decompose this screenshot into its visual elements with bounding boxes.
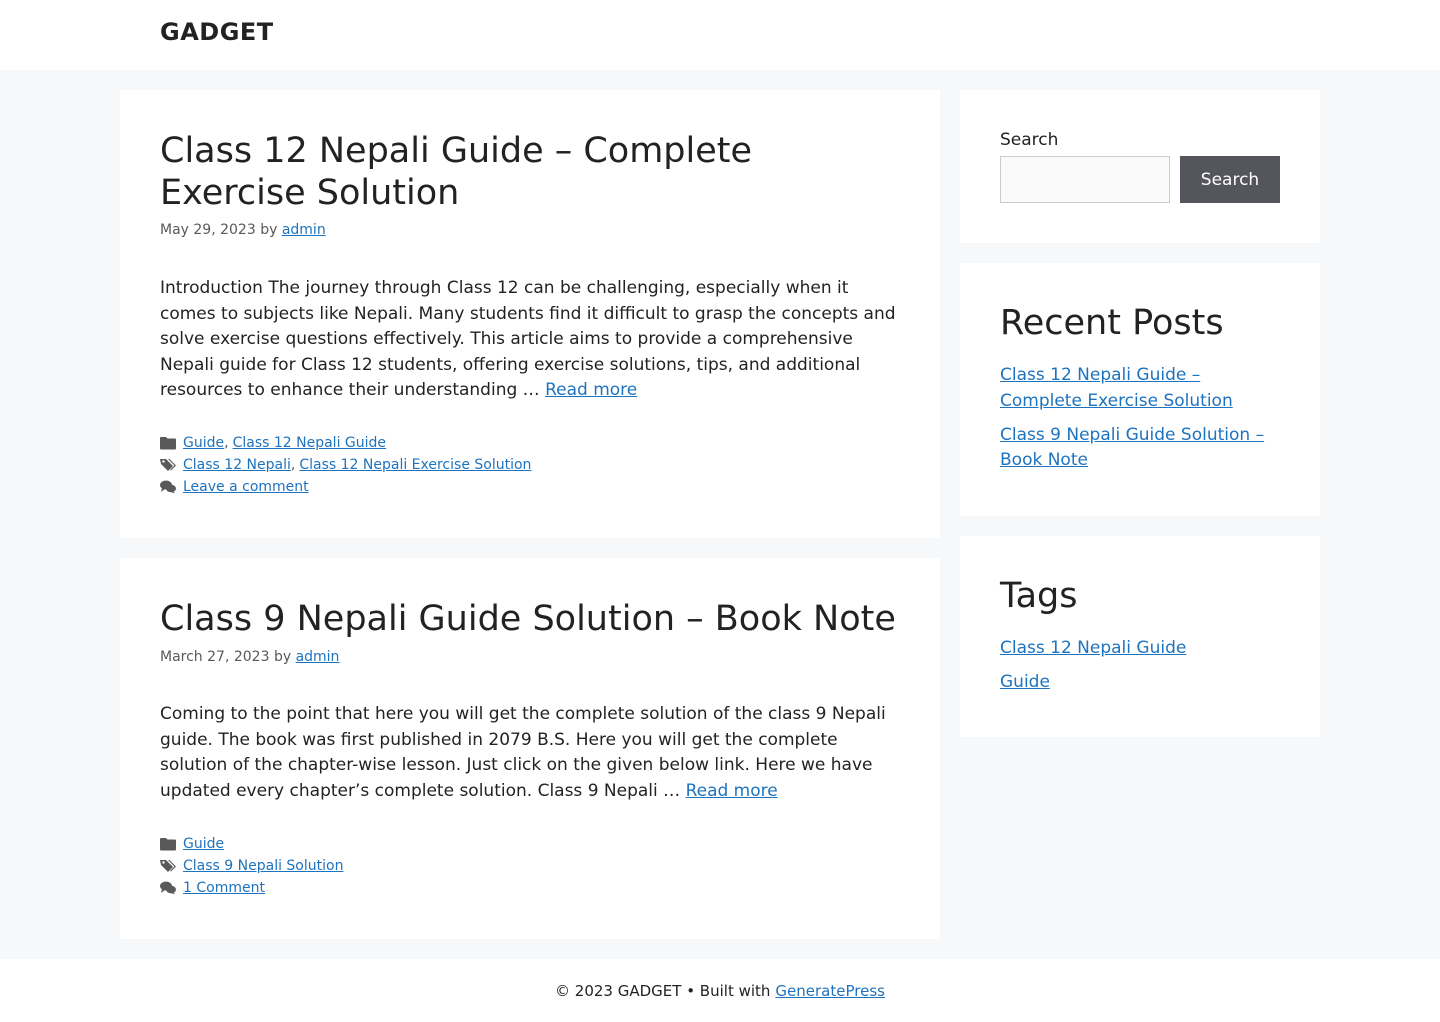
recent-post-link[interactable]: Class 12 Nepali Guide – Complete Exercis… — [1000, 365, 1233, 411]
post-card: Class 9 Nepali Guide Solution – Book Not… — [120, 558, 940, 939]
comments-icon — [160, 881, 176, 895]
comments-icon — [160, 480, 176, 494]
post-categories: Guide — [160, 833, 343, 855]
post-tags: Class 9 Nepali Solution — [160, 855, 343, 877]
category-link[interactable]: Guide — [183, 432, 224, 454]
tag-cloud-link[interactable]: Class 12 Nepali Guide — [1000, 638, 1186, 658]
folder-icon — [160, 837, 176, 851]
post-footer-meta: Guide, Class 12 Nepali Guide Class 12 Ne… — [160, 432, 531, 498]
post-footer-meta: Guide Class 9 Nepali Solution 1 Comment — [160, 833, 343, 899]
post-author-link[interactable]: admin — [282, 222, 326, 238]
tags-icon — [160, 859, 176, 873]
post-card: Class 12 Nepali Guide – Complete Exercis… — [120, 90, 940, 538]
recent-posts-widget: Recent Posts Class 12 Nepali Guide – Com… — [960, 263, 1320, 516]
tag-link[interactable]: Class 9 Nepali Solution — [183, 855, 343, 877]
post-comments: 1 Comment — [160, 877, 343, 899]
read-more-link[interactable]: Read more — [545, 380, 637, 400]
tag-cloud: Class 12 Nepali Guide Guide — [1000, 636, 1280, 704]
post-excerpt-text: Introduction The journey through Class 1… — [160, 278, 896, 400]
recent-posts-list: Class 12 Nepali Guide – Complete Exercis… — [1000, 363, 1280, 482]
tags-icon — [160, 458, 176, 472]
list-item: Class 12 Nepali Guide – Complete Exercis… — [1000, 363, 1280, 414]
post-title: Class 12 Nepali Guide – Complete Exercis… — [160, 130, 900, 214]
search-input[interactable] — [1000, 156, 1170, 203]
footer-generatepress-link[interactable]: GeneratePress — [775, 982, 885, 1000]
footer-copyright: © 2023 GADGET • Built with — [555, 981, 771, 1000]
post-date: May 29, 2023 — [160, 222, 256, 238]
post-title-link[interactable]: Class 9 Nepali Guide Solution – Book Not… — [160, 599, 896, 639]
post-excerpt: Coming to the point that here you will g… — [160, 702, 900, 804]
post-excerpt: Introduction The journey through Class 1… — [160, 276, 900, 404]
list-item: Class 9 Nepali Guide Solution – Book Not… — [1000, 423, 1280, 474]
post-categories: Guide, Class 12 Nepali Guide — [160, 432, 531, 454]
post-meta: March 27, 2023 by admin — [160, 649, 339, 665]
post-title: Class 9 Nepali Guide Solution – Book Not… — [160, 598, 920, 640]
search-widget: Search Search — [960, 90, 1320, 243]
tag-link[interactable]: Class 12 Nepali — [183, 454, 291, 476]
search-label: Search — [1000, 130, 1059, 150]
post-date: March 27, 2023 — [160, 649, 270, 665]
separator: , — [290, 457, 296, 473]
tags-widget: Tags Class 12 Nepali Guide Guide — [960, 536, 1320, 737]
post-title-link[interactable]: Class 12 Nepali Guide – Complete Exercis… — [160, 131, 752, 213]
read-more-link[interactable]: Read more — [686, 781, 778, 801]
category-link[interactable]: Class 12 Nepali Guide — [233, 432, 386, 454]
post-tags: Class 12 Nepali, Class 12 Nepali Exercis… — [160, 454, 531, 476]
post-by-label: by — [273, 649, 292, 665]
search-button[interactable]: Search — [1180, 156, 1280, 203]
recent-posts-title: Recent Posts — [1000, 303, 1224, 343]
post-author-link[interactable]: admin — [296, 649, 340, 665]
post-comments: Leave a comment — [160, 476, 531, 498]
site-title[interactable]: GADGET — [160, 18, 274, 46]
site-header: GADGET — [0, 0, 1440, 70]
comments-link[interactable]: Leave a comment — [183, 476, 309, 498]
folder-icon — [160, 436, 176, 450]
list-item: Class 12 Nepali Guide — [1000, 636, 1280, 662]
category-link[interactable]: Guide — [183, 833, 224, 855]
site-footer: © 2023 GADGET • Built with GeneratePress — [0, 959, 1440, 1022]
tags-title: Tags — [1000, 576, 1078, 616]
recent-post-link[interactable]: Class 9 Nepali Guide Solution – Book Not… — [1000, 425, 1264, 471]
tag-link[interactable]: Class 12 Nepali Exercise Solution — [299, 454, 531, 476]
tag-cloud-link[interactable]: Guide — [1000, 672, 1050, 692]
post-meta: May 29, 2023 by admin — [160, 222, 326, 238]
post-by-label: by — [260, 222, 278, 238]
separator: , — [224, 435, 229, 451]
comments-link[interactable]: 1 Comment — [183, 877, 265, 899]
list-item: Guide — [1000, 670, 1280, 696]
